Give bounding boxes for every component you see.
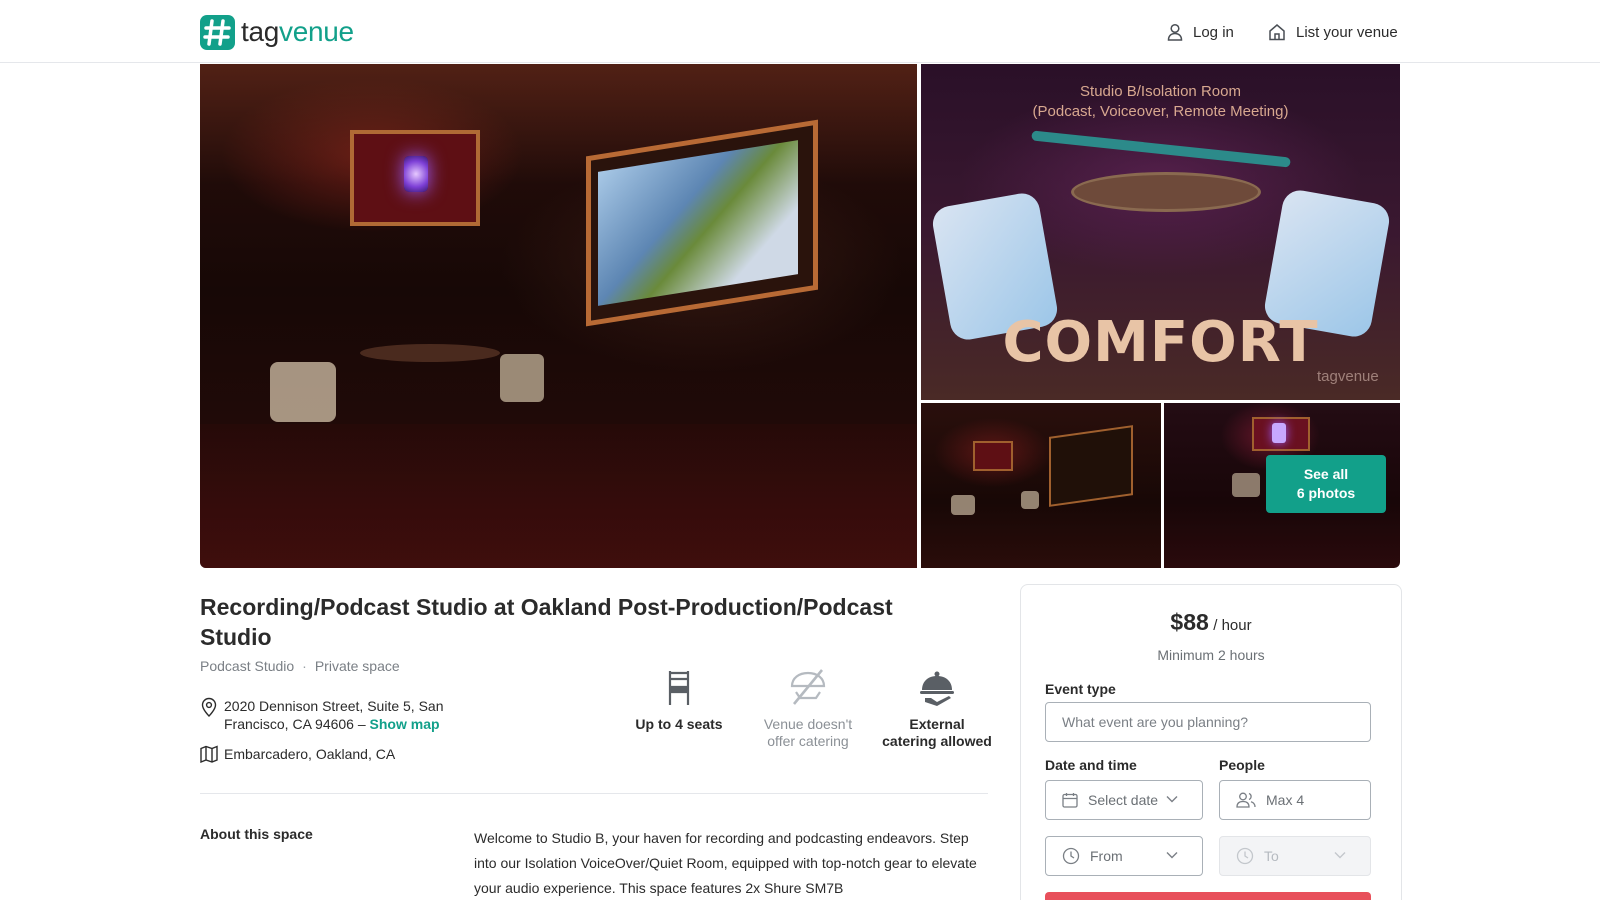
people-label: People: [1219, 757, 1265, 773]
watermark: tagvenue: [1317, 368, 1379, 385]
mic-arm: [1031, 130, 1291, 168]
external-catering-label: External catering allowed: [882, 716, 992, 749]
section-divider: [200, 793, 988, 794]
event-type-label: Event type: [1045, 681, 1116, 697]
category-label: Podcast Studio: [200, 658, 295, 674]
people-placeholder: Max 4: [1266, 792, 1305, 808]
area-row: Embarcadero, Oakland, CA: [200, 745, 395, 763]
to-placeholder: To: [1264, 848, 1279, 864]
address-row: 2020 Dennison Street, Suite 5, San Franc…: [200, 697, 480, 733]
date-placeholder: Select date: [1088, 792, 1159, 808]
logo-text: tagvenue: [241, 16, 354, 47]
top-header: tagvenue Log in List your venue: [0, 0, 1600, 63]
address-text: 2020 Dennison Street, Suite 5, San Franc…: [224, 698, 444, 732]
to-time-select[interactable]: To: [1219, 836, 1371, 876]
seats-label: Up to 4 seats: [635, 716, 723, 732]
photo-gallery: Studio B/Isolation Room (Podcast, Voiceo…: [200, 64, 1400, 568]
clock-icon: [1236, 847, 1254, 865]
date-select[interactable]: Select date: [1045, 780, 1203, 820]
price-amount: $88: [1170, 609, 1209, 635]
no-catering-icon: [790, 669, 826, 705]
photo-caption: Studio B/Isolation Room (Podcast, Voiceo…: [1032, 83, 1289, 120]
chair: [270, 362, 336, 422]
photo-overlay-text: COMFORT: [1002, 310, 1319, 375]
chevron-down-icon: [1166, 852, 1178, 859]
people-field[interactable]: Max 4: [1219, 780, 1371, 820]
request-booking-button[interactable]: [1045, 892, 1371, 900]
hashtag-logo-icon: [200, 14, 235, 50]
listing-subtitle: Podcast Studio · Private space: [200, 658, 400, 674]
people-icon: [1236, 792, 1256, 808]
from-time-select[interactable]: From: [1045, 836, 1203, 876]
calendar-icon: [1062, 793, 1078, 808]
about-description: Welcome to Studio B, your haven for reco…: [474, 830, 977, 896]
chevron-down-icon: [1166, 796, 1178, 803]
feature-seats: Up to 4 seats: [624, 668, 734, 733]
area-text: Embarcadero, Oakland, CA: [224, 746, 396, 762]
tagvenue-logo[interactable]: tagvenue: [200, 14, 354, 50]
event-type-input[interactable]: [1062, 714, 1370, 730]
minimum-hours: Minimum 2 hours: [1157, 647, 1265, 663]
see-all-photos-button[interactable]: See all 6 photos: [1266, 455, 1386, 513]
list-venue-label: List your venue: [1296, 23, 1398, 41]
home-icon: [1269, 24, 1285, 41]
clock-icon: [1062, 847, 1080, 865]
round-table: [1071, 172, 1261, 212]
chevron-down-icon: [1334, 852, 1346, 859]
date-time-label: Date and time: [1045, 757, 1137, 773]
booking-card: $88 / hour Minimum 2 hours Event type Da…: [1020, 584, 1402, 900]
chair-icon: [668, 671, 690, 705]
no-catering-label: Venue doesn't offer catering: [763, 716, 853, 749]
wall-lamp: [404, 156, 428, 192]
main-photo[interactable]: [200, 64, 917, 568]
price-unit: / hour: [1213, 617, 1252, 634]
login-link[interactable]: Log in: [1167, 20, 1234, 44]
space-type-label: Private space: [314, 658, 400, 674]
separator-dot: ·: [302, 658, 307, 674]
chair: [500, 354, 544, 402]
location-pin-icon: [201, 697, 217, 717]
login-label: Log in: [1193, 23, 1234, 41]
list-venue-link[interactable]: List your venue: [1268, 20, 1398, 44]
user-icon: [1167, 23, 1183, 41]
page-title: Recording/Podcast Studio at Oakland Post…: [200, 594, 893, 650]
event-type-field[interactable]: [1045, 702, 1371, 742]
from-placeholder: From: [1090, 848, 1123, 864]
show-map-link[interactable]: Show map: [370, 716, 440, 732]
cloche-icon: [920, 671, 954, 706]
table: [360, 344, 500, 362]
price-display: $88 / hour: [1021, 609, 1401, 636]
feature-no-catering: Venue doesn't offer catering: [753, 668, 863, 750]
feature-external-catering: External catering allowed: [882, 668, 992, 750]
map-icon: [200, 745, 218, 763]
thumbnail-photo[interactable]: [921, 403, 1161, 568]
secondary-photo-studio-b[interactable]: Studio B/Isolation Room (Podcast, Voiceo…: [921, 64, 1400, 400]
about-heading: About this space: [200, 826, 313, 842]
